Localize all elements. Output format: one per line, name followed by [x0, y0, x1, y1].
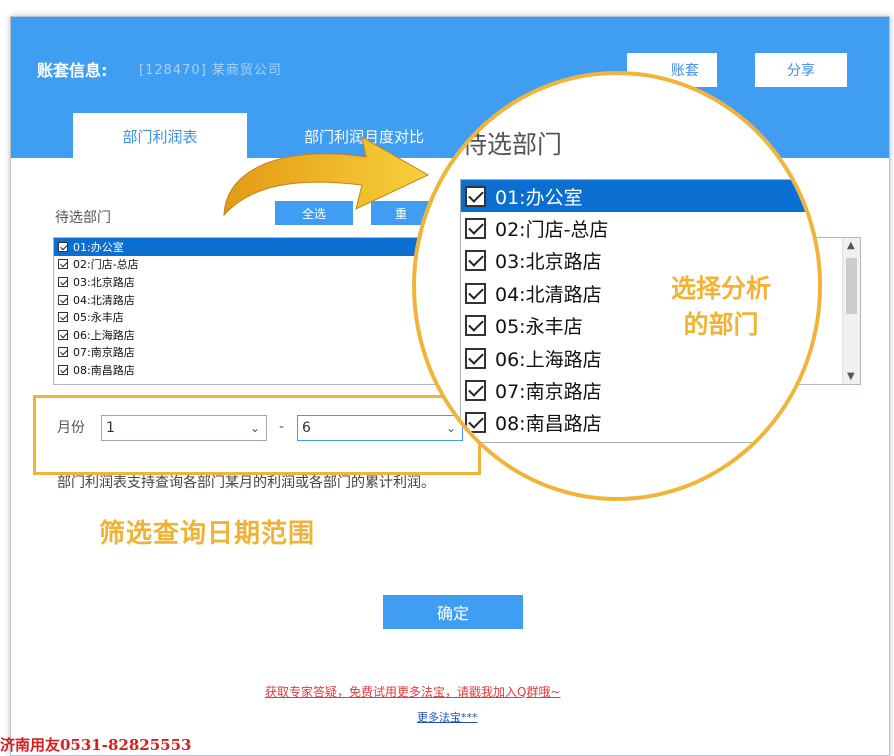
- list-scrollbar[interactable]: ▲ ▼: [842, 238, 860, 384]
- confirm-button[interactable]: 确定: [383, 595, 523, 629]
- checkbox[interactable]: [58, 241, 68, 252]
- checkbox: [465, 185, 486, 207]
- scroll-down-icon[interactable]: ▼: [847, 371, 855, 382]
- scroll-up-icon[interactable]: ▲: [847, 240, 855, 251]
- list-item-label: 06:上海路店: [73, 328, 135, 342]
- checkbox: [465, 282, 486, 304]
- checkbox: [465, 347, 486, 369]
- checkbox[interactable]: [58, 347, 68, 358]
- list-item-label: 06:上海路店: [495, 348, 602, 371]
- list-item-label: 07:南京路店: [73, 346, 135, 360]
- account-label: 账套信息:: [37, 61, 108, 80]
- department-annotation-line1: 选择分析: [670, 274, 771, 303]
- department-annotation: 选择分析 的部门: [656, 271, 786, 343]
- list-item-label: 05:永丰店: [495, 316, 583, 339]
- list-item: 02:门店-总店: [461, 212, 818, 244]
- list-item-label: 04:北清路店: [495, 283, 602, 306]
- list-item: 01:办公室: [461, 180, 817, 213]
- department-annotation-line2: 的部门: [683, 310, 759, 339]
- list-item-label: 01:办公室: [495, 186, 583, 209]
- checkbox[interactable]: [58, 276, 68, 287]
- list-item-label: 03:北京路店: [495, 251, 602, 274]
- magnifier-callout: 待选部门 01:办公室 02:门店-总店 03:北京路店 04:北清路店 05:…: [412, 71, 822, 501]
- list-item-label: 02:门店-总店: [495, 219, 609, 242]
- list-item: 06:上海路店: [461, 342, 818, 374]
- list-item-label: 07:南京路店: [495, 381, 602, 404]
- scroll-thumb[interactable]: [846, 258, 857, 314]
- list-item-label: 05:永丰店: [73, 311, 124, 325]
- filter-annotation: 筛选查询日期范围: [99, 519, 316, 549]
- account-value: [128470] 某商贸公司: [139, 63, 282, 78]
- list-item-label: 04:北清路店: [73, 293, 135, 307]
- app-window: 账套信息: [128470] 某商贸公司 账套 分享 部门利润表 部门利润月度对…: [10, 16, 890, 756]
- contact-watermark: 济南用友0531-82825553: [0, 736, 192, 754]
- checkbox: [465, 250, 486, 272]
- checkbox[interactable]: [58, 259, 68, 270]
- more-link[interactable]: 更多法宝***: [417, 709, 478, 725]
- list-item-label: 08:南昌路店: [495, 413, 602, 436]
- list-item: 07:南京路店: [461, 374, 818, 406]
- list-item-label: 02:门店-总店: [73, 258, 139, 272]
- checkbox: [465, 380, 486, 402]
- magnified-department-label: 待选部门: [462, 130, 563, 159]
- checkbox: [465, 218, 486, 240]
- promo-link[interactable]: 获取专家答疑，免费试用更多法宝，请戳我加入Q群哦~: [265, 683, 561, 700]
- share-button[interactable]: 分享: [755, 53, 847, 87]
- checkbox: [465, 412, 486, 434]
- checkbox[interactable]: [58, 294, 68, 305]
- report-description: 部门利润表支持查询各部门某月的利润或各部门的累计利润。: [57, 475, 435, 491]
- month-highlight-frame: [33, 395, 481, 475]
- list-item: 08:南昌路店: [461, 407, 818, 439]
- checkbox: [465, 315, 486, 337]
- list-item[interactable]: 01:办公室: [54, 238, 418, 256]
- list-item-label: 03:北京路店: [73, 275, 135, 289]
- checkbox[interactable]: [58, 312, 68, 323]
- department-list-label: 待选部门: [55, 210, 111, 226]
- list-item-label: 01:办公室: [73, 240, 124, 254]
- curved-arrow-icon: [223, 136, 430, 217]
- list-item-label: 08:南昌路店: [73, 363, 135, 377]
- checkbox[interactable]: [58, 364, 68, 375]
- checkbox[interactable]: [58, 329, 68, 340]
